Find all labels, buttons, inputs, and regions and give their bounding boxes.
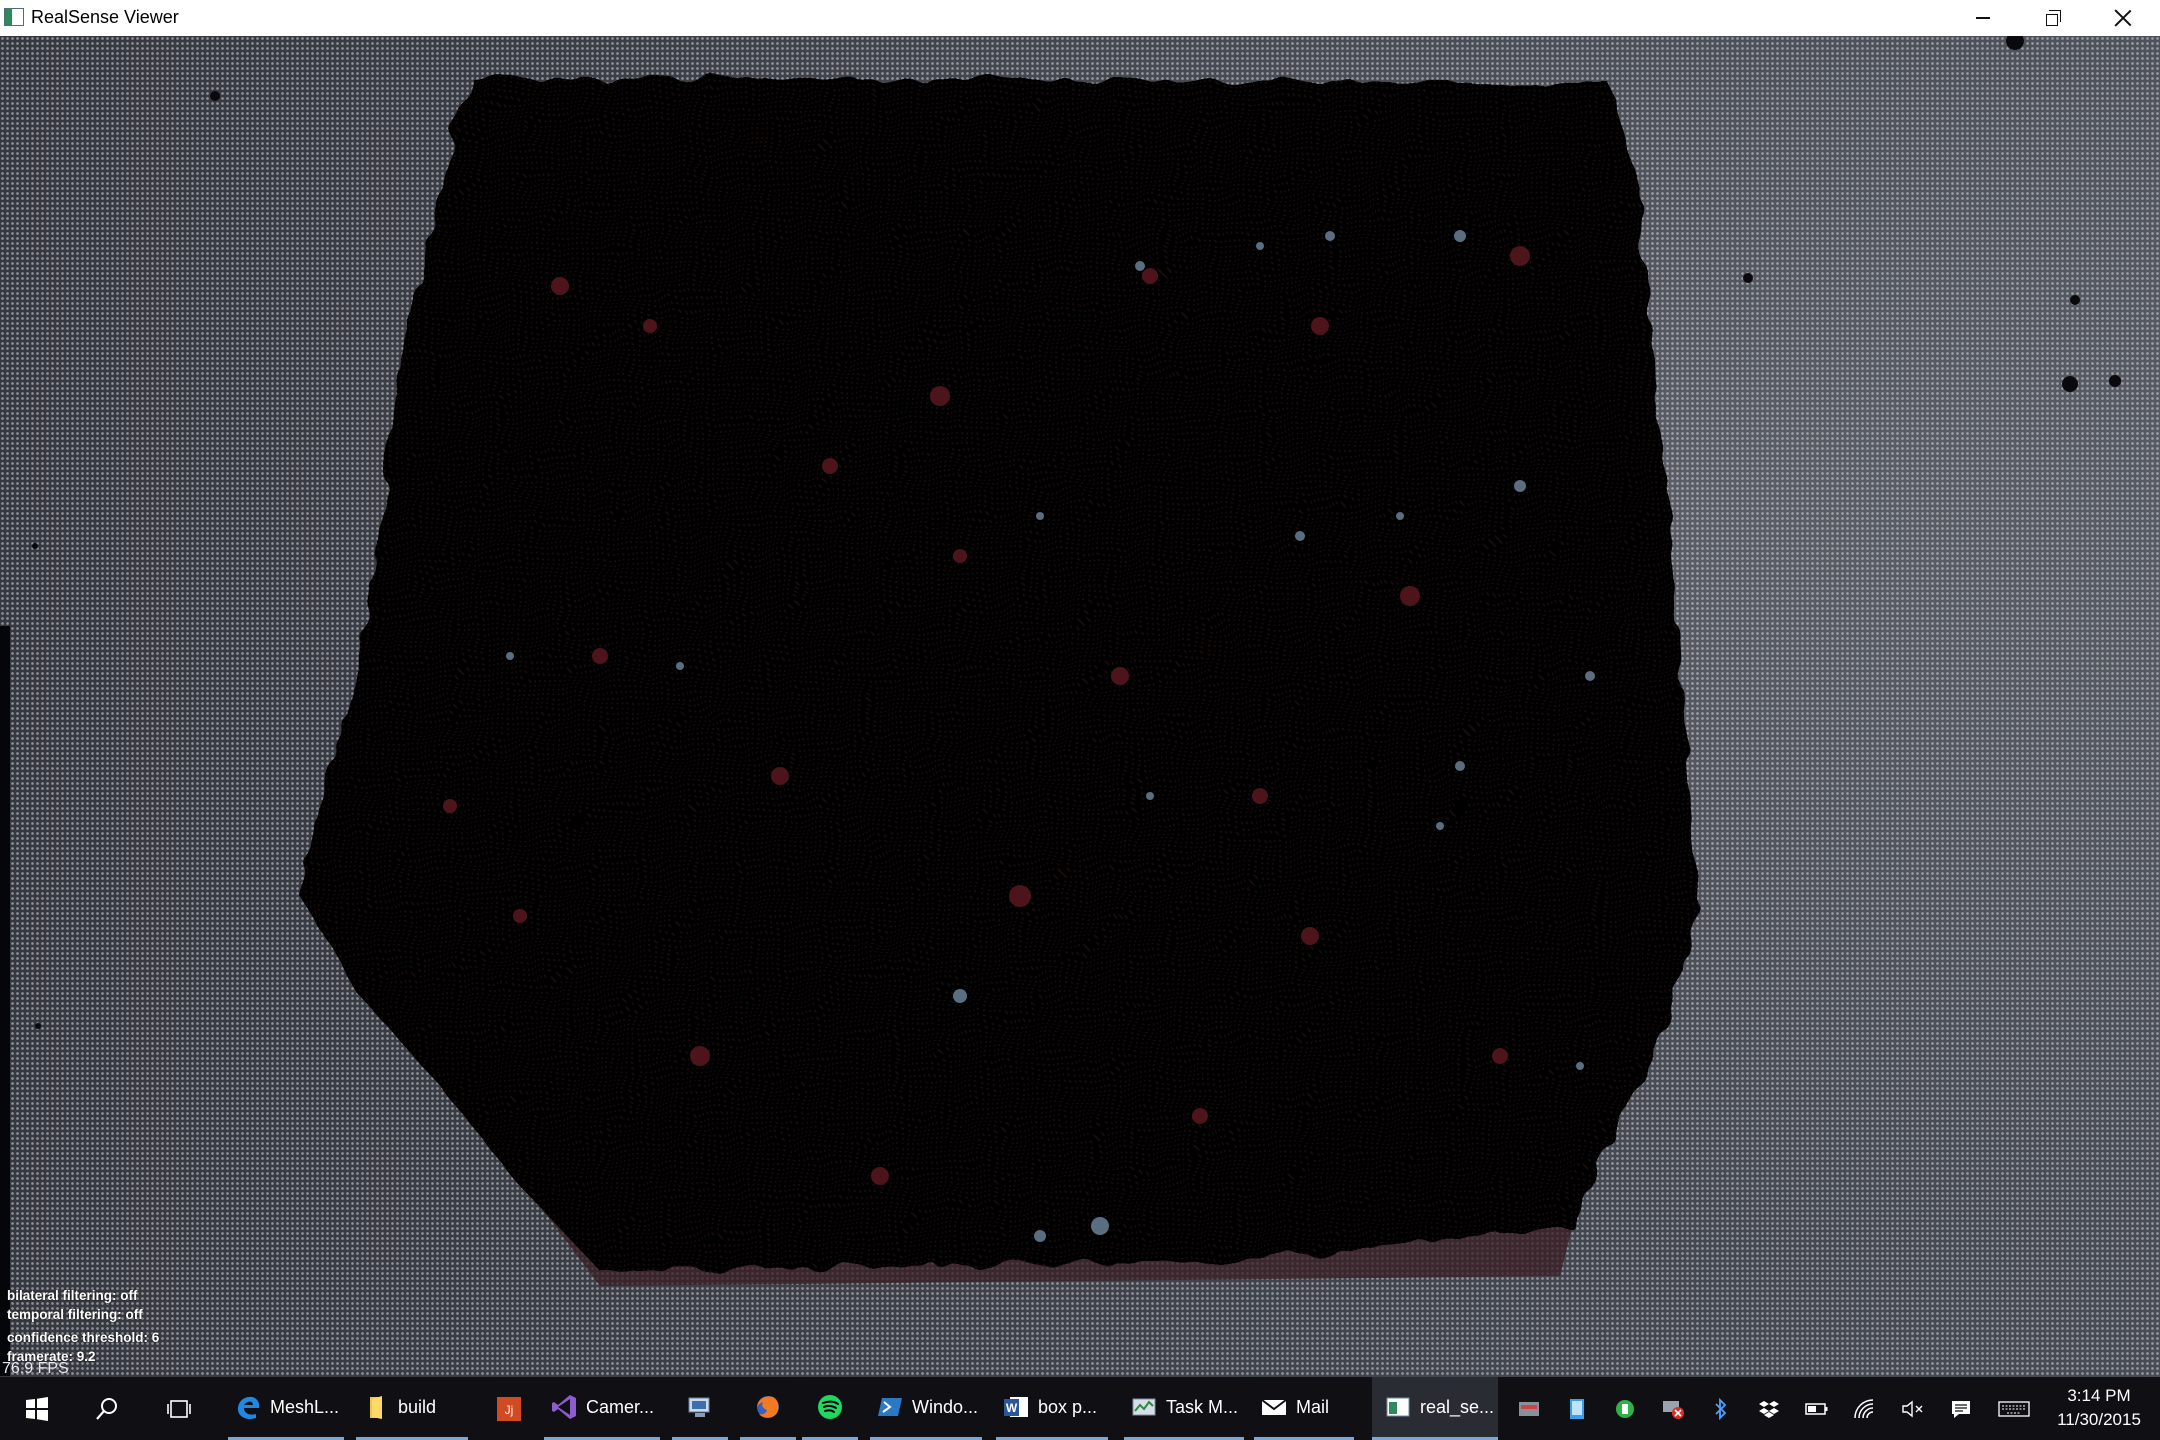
search-button[interactable] — [84, 1377, 130, 1440]
depth-object-shape — [32, 36, 2121, 1286]
system-clock[interactable]: 3:14 PM 11/30/2015 — [2040, 1384, 2158, 1432]
wifi-icon — [1854, 1398, 1874, 1418]
taskbar-app-remote[interactable] — [672, 1377, 728, 1440]
app-icon — [4, 8, 24, 26]
realsense-app-icon — [1386, 1397, 1410, 1417]
battery-icon — [1805, 1402, 1828, 1415]
edge-browser-icon — [238, 1396, 260, 1419]
tray-bluetooth[interactable] — [1704, 1377, 1738, 1440]
taskbar-label-task-manager: Task M... — [1166, 1396, 1239, 1417]
fps-readout: 76.9 FPS — [2, 1360, 69, 1377]
taskbar-label-camera: Camer... — [586, 1396, 655, 1417]
tray-dropbox[interactable] — [1752, 1377, 1786, 1440]
title-bar: RealSense Viewer — [0, 0, 2160, 36]
network-error-icon — [1663, 1400, 1684, 1419]
generic-tray-icon — [1519, 1401, 1539, 1416]
svg-text:Jj: Jj — [505, 1403, 514, 1417]
tray-keyboard[interactable] — [1992, 1377, 2036, 1440]
bilateral-filter-status: bilateral filtering: off — [7, 1288, 138, 1303]
dropbox-icon — [1759, 1400, 1779, 1418]
firefox-icon — [757, 1396, 779, 1418]
depth-viewport[interactable]: bilateral filtering: off temporal filter… — [0, 36, 2160, 1377]
taskbar-app-firefox[interactable] — [740, 1377, 796, 1440]
green-status-icon — [1616, 1399, 1634, 1418]
left-edge-shadow — [0, 626, 10, 1376]
tray-tablet[interactable] — [1560, 1377, 1594, 1440]
tray-network-error[interactable] — [1656, 1377, 1690, 1440]
remote-desktop-icon — [688, 1397, 710, 1417]
tray-green-status[interactable] — [1608, 1377, 1642, 1440]
spotify-icon — [818, 1395, 842, 1419]
clock-time: 3:14 PM — [2067, 1386, 2131, 1405]
word-icon: W — [1004, 1397, 1028, 1417]
taskbar-label-build: build — [398, 1396, 437, 1417]
minimize-icon — [1976, 17, 1990, 19]
taskbar-label-windows: Windo... — [912, 1396, 979, 1417]
taskbar-label-mail: Mail — [1296, 1396, 1330, 1417]
windows-start-icon — [26, 1396, 48, 1421]
tray-wifi[interactable] — [1848, 1377, 1882, 1440]
temporal-filter-status: temporal filtering: off — [7, 1307, 143, 1322]
taskbar-app-word[interactable]: W box p... — [996, 1377, 1108, 1440]
window-title: RealSense Viewer — [31, 7, 179, 27]
powershell-icon — [878, 1398, 902, 1416]
mail-icon — [1261, 1399, 1287, 1415]
taskbar-app-edge[interactable]: MeshL... — [228, 1377, 344, 1440]
taskbar: MeshL... build Jj Camer... Windo... W bo… — [0, 1377, 2160, 1440]
svg-text:W: W — [1006, 1401, 1018, 1415]
filter-status-overlay: bilateral filtering: off temporal filter… — [7, 1286, 159, 1366]
clock-date: 11/30/2015 — [2057, 1410, 2141, 1429]
action-center-icon — [1952, 1400, 1970, 1418]
task-manager-icon — [1132, 1398, 1156, 1416]
task-view-icon — [167, 1399, 191, 1418]
taskbar-app-office[interactable]: Jj — [486, 1377, 532, 1440]
taskbar-app-task-manager[interactable]: Task M... — [1124, 1377, 1244, 1440]
taskbar-app-powershell[interactable]: Windo... — [870, 1377, 982, 1440]
folder-icon — [370, 1396, 382, 1419]
tablet-icon — [1570, 1398, 1584, 1419]
visual-studio-icon — [552, 1395, 576, 1419]
minimize-button[interactable] — [1948, 0, 2018, 36]
restore-icon — [2045, 9, 2061, 26]
office-app-icon: Jj — [497, 1396, 521, 1421]
tray-action-center[interactable] — [1944, 1377, 1978, 1440]
task-view-button[interactable] — [156, 1377, 202, 1440]
taskbar-app-mail[interactable]: Mail — [1254, 1377, 1354, 1440]
close-icon — [2114, 9, 2132, 27]
search-icon — [96, 1397, 117, 1420]
bluetooth-icon — [1715, 1397, 1727, 1420]
taskbar-app-visual-studio[interactable]: Camer... — [544, 1377, 660, 1440]
taskbar-app-realsense[interactable]: real_se... — [1372, 1377, 1498, 1440]
start-button[interactable] — [14, 1377, 60, 1440]
tray-volume[interactable] — [1896, 1377, 1930, 1440]
taskbar-app-explorer[interactable]: build — [356, 1377, 468, 1440]
taskbar-label-box: box p... — [1038, 1396, 1098, 1417]
tray-battery[interactable] — [1800, 1377, 1834, 1440]
taskbar-label-realsense: real_se... — [1420, 1396, 1495, 1417]
taskbar-app-spotify[interactable] — [802, 1377, 858, 1440]
restore-button[interactable] — [2018, 0, 2088, 36]
tray-generic[interactable] — [1512, 1377, 1546, 1440]
volume-muted-icon — [1902, 1400, 1923, 1417]
taskbar-label-edge: MeshL... — [270, 1396, 340, 1417]
keyboard-icon — [1998, 1400, 2030, 1417]
confidence-threshold-status: confidence threshold: 6 — [7, 1330, 160, 1345]
close-button[interactable] — [2088, 0, 2158, 36]
